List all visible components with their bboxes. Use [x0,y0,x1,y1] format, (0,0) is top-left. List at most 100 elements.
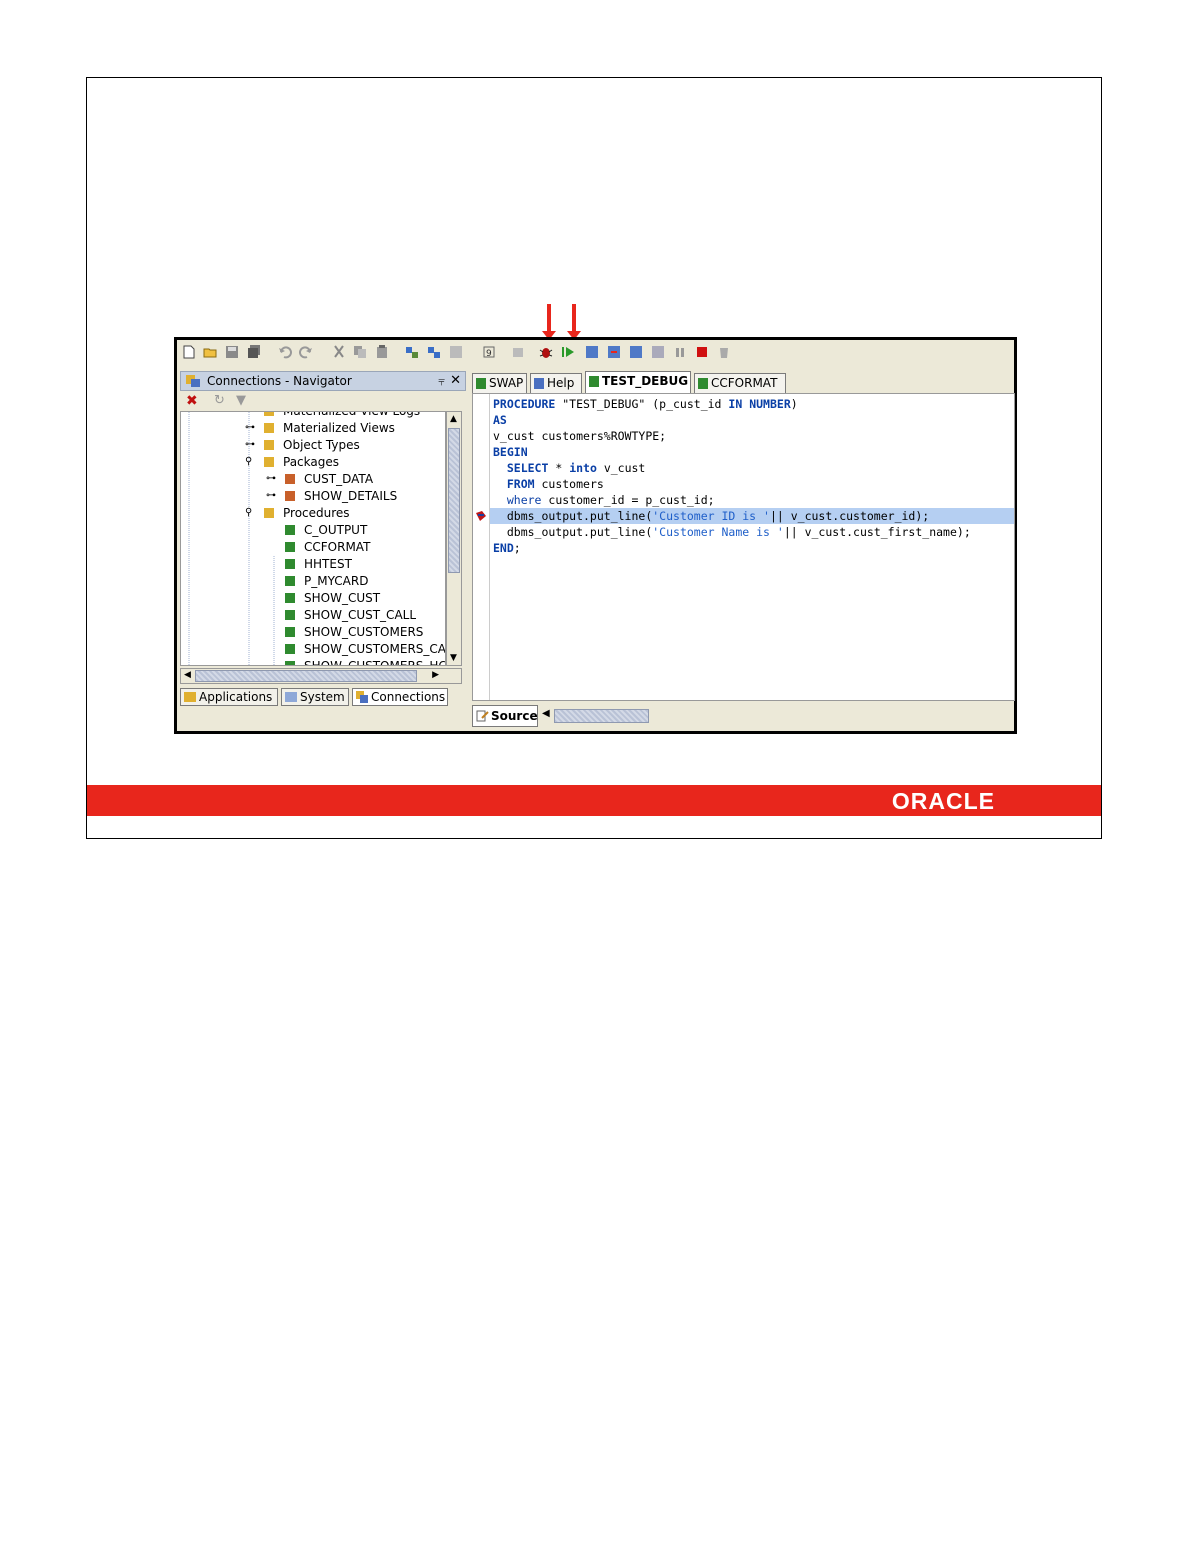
package-icon [285,474,295,484]
tree-node-label: P_MYCARD [304,574,369,588]
breakpoint-icon[interactable] [511,345,525,359]
editor-hscroll-thumb[interactable] [554,709,649,723]
procedure-icon [285,593,295,603]
copy-icon[interactable] [353,345,367,359]
editor-tab-label: TEST_DEBUG [602,374,689,388]
code-line[interactable]: where customer_id = p_cust_id; [493,492,715,508]
code-token: BEGIN [493,445,528,459]
editor-gutter[interactable] [473,394,490,700]
slide-frame: 9 Connections - Navigator ⫧ ✕ ✖ ↻ ▼ Mate… [86,77,1102,839]
code-token: PROCEDURE [493,397,556,411]
tree-node-label: SHOW_DETAILS [304,489,398,503]
code-line[interactable]: v_cust customers%ROWTYPE; [493,428,666,444]
procedure-icon [285,644,295,654]
code-line[interactable]: dbms_output.put_line('Customer Name is '… [493,524,971,540]
pin-icon[interactable]: ⫧ [438,374,445,389]
expand-icon[interactable]: ⊶ [266,491,276,501]
code-line[interactable]: AS [493,412,507,428]
footer-band: ORACLE [87,785,1101,816]
new-icon[interactable] [182,345,196,359]
tree-node-label: CUST_DATA [304,472,374,486]
tab-connections-label: Connections [371,690,446,704]
code-line[interactable]: FROM customers [493,476,604,492]
tree-hscroll-thumb[interactable] [195,670,417,682]
code-token: customers [534,477,604,491]
step-out-icon[interactable] [629,345,643,359]
connections-tree[interactable]: ⊶ Materialized View Logs ⊶ Materialized Vie… [180,411,446,666]
code-token: FROM [506,477,535,491]
filter-icon[interactable]: ▼ [236,393,246,408]
cut-icon[interactable] [332,345,346,359]
code-token: END [493,541,514,555]
code-line[interactable]: PROCEDURE "TEST_DEBUG" (p_cust_id IN NUM… [493,396,798,412]
tab-help[interactable]: Help [530,373,582,393]
step-over-icon[interactable] [585,345,599,359]
compile-icon[interactable] [405,345,419,359]
remove-connection-icon[interactable]: ✖ [186,393,198,409]
code-token: "TEST_DEBUG" (p_cust_id [555,397,729,411]
procedure-icon [285,525,295,535]
expand-icon[interactable]: ⊶ [245,423,255,433]
pause-icon[interactable] [673,345,687,359]
tab-applications[interactable]: Applications [180,688,278,706]
tree-node-label: SHOW_CUSTOMERS_HC [304,659,446,666]
folder-icon [264,457,274,467]
code-line[interactable]: BEGIN [493,444,528,460]
tree-horizontal-scrollbar[interactable]: ◀ ▶ [180,668,462,684]
collapse-icon[interactable]: ⚲ [245,457,255,467]
compile-debug-icon[interactable] [427,345,441,359]
redo-icon[interactable] [299,345,313,359]
tree-vscroll-thumb[interactable] [448,428,460,573]
tab-connections[interactable]: Connections [352,688,448,706]
scroll-up-icon[interactable]: ▲ [450,414,457,424]
tab-test-debug[interactable]: TEST_DEBUG [585,371,691,393]
tree-node-label: HHTEST [304,557,352,571]
tab-ccformat[interactable]: CCFORMAT [694,373,786,393]
close-icon[interactable]: ✕ [450,373,461,388]
scroll-down-icon[interactable]: ▼ [450,653,457,663]
code-token: ) [790,397,798,411]
refresh-icon[interactable]: ↻ [214,393,225,408]
expand-icon[interactable]: ⊶ [245,412,255,416]
procedure-icon [285,542,295,552]
debug-icon[interactable] [539,345,553,359]
expand-icon[interactable]: ⊶ [266,474,276,484]
procedure-icon [476,378,486,389]
open-icon[interactable] [203,345,217,359]
code-line[interactable]: dbms_output.put_line('Customer ID is '||… [493,508,929,524]
tab-source[interactable]: Source [472,705,538,727]
save-all-icon[interactable] [247,345,261,359]
scroll-left-icon[interactable]: ◀ [184,670,191,680]
save-icon[interactable] [225,345,239,359]
code-token: || v_cust.customer_id); [769,509,930,523]
tree-node-label: Procedures [283,506,350,520]
code-line[interactable]: END; [493,540,521,556]
navigator-title-bar: Connections - Navigator ⫧ ✕ [180,371,466,391]
tab-swap[interactable]: SWAP [472,373,527,393]
ide-window: 9 Connections - Navigator ⫧ ✕ ✖ ↻ ▼ Mate… [174,337,1017,734]
tree-node-label: Materialized Views [283,421,395,435]
step-to-end-icon[interactable] [651,345,665,359]
code-line[interactable]: SELECT * into v_cust [493,460,646,476]
code-area[interactable]: PROCEDURE "TEST_DEBUG" (p_cust_id IN NUM… [472,393,1015,701]
tab-system[interactable]: System [281,688,349,706]
terminate-icon[interactable] [695,345,709,359]
tree-vertical-scrollbar[interactable]: ▲ ▼ [446,411,462,666]
garbage-collect-icon[interactable] [717,345,731,359]
folder-icon [264,423,274,433]
oracle-logo: ORACLE [891,788,995,814]
resume-icon[interactable] [561,345,575,359]
undo-icon[interactable] [278,345,292,359]
expand-icon[interactable]: ⊶ [245,440,255,450]
collapse-icon[interactable]: ⚲ [245,508,255,518]
editor-scroll-left-icon[interactable]: ◀ [542,708,550,719]
step-into-icon[interactable] [607,345,621,359]
code-token: AS [493,413,507,427]
run-icon[interactable]: 9 [482,345,496,359]
explain-icon[interactable] [449,345,463,359]
tab-source-label: Source [491,709,538,723]
scroll-right-icon[interactable]: ▶ [432,670,439,680]
paste-icon[interactable] [375,345,389,359]
folder-icon [264,412,274,416]
